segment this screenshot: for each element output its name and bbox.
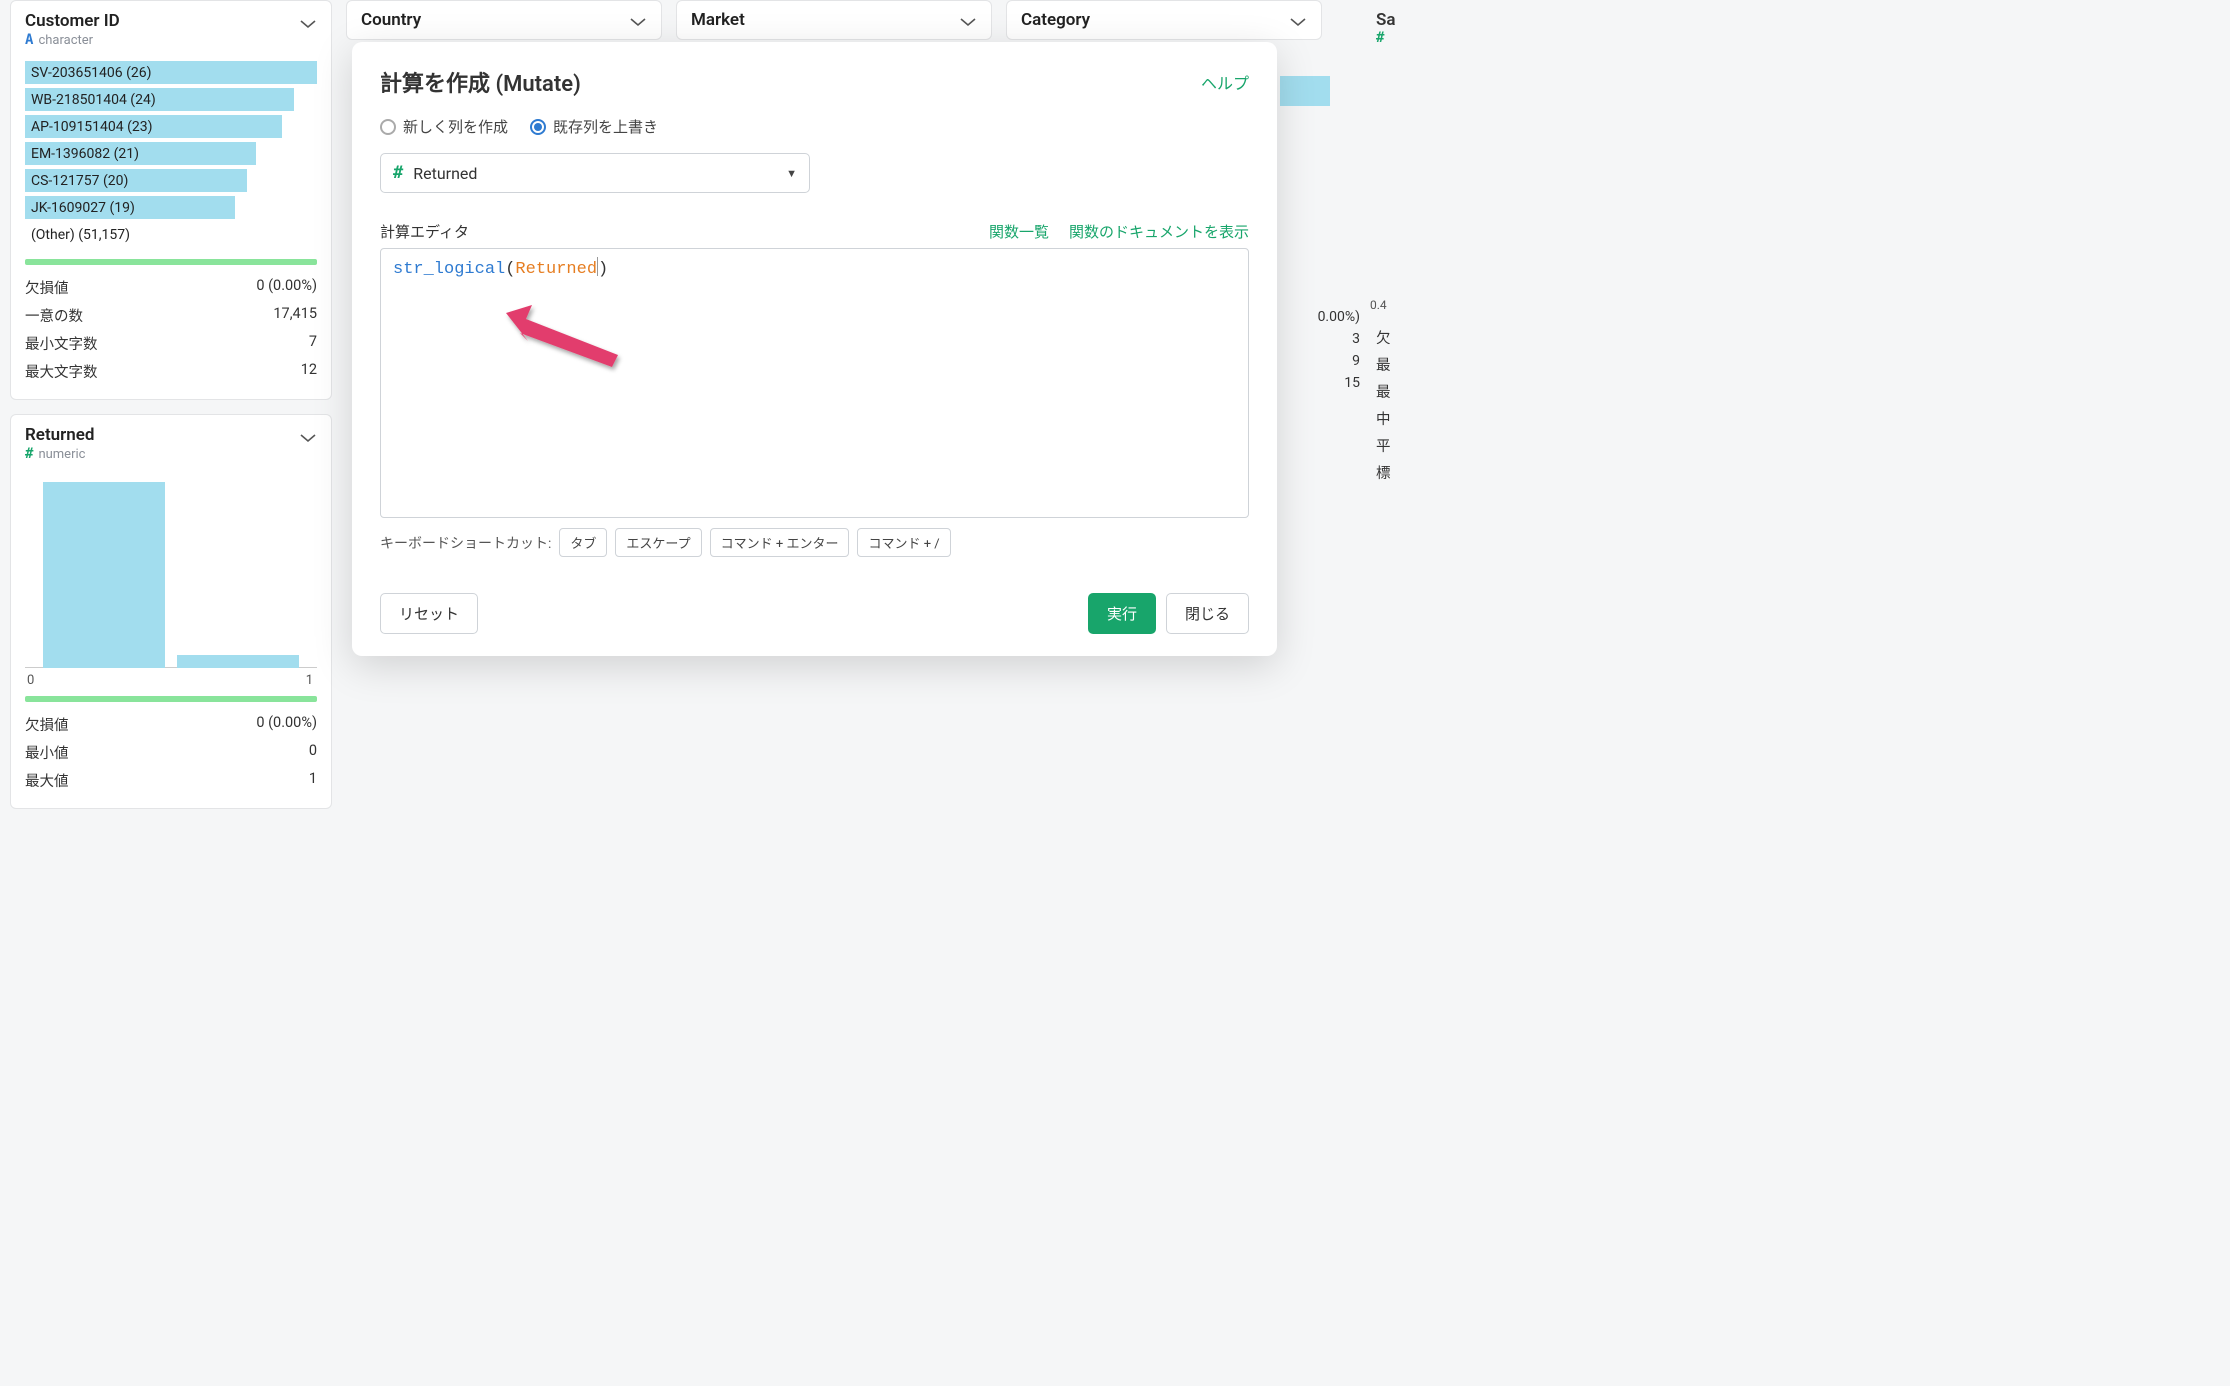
stats-list: 欠損値0 (0.00%)一意の数17,415最小文字数7最大文字数12 (25, 273, 317, 385)
partial-column-sales: Sa # 0.4 欠最最中平標 (1368, 0, 1488, 486)
value-bar-row[interactable]: AP-109151404 (23) (25, 114, 317, 139)
column-name: Sa (1368, 0, 1488, 30)
column-name: Category (1021, 10, 1090, 30)
target-column-select[interactable]: # Returned ▼ (380, 153, 810, 193)
column-type: # (1368, 30, 1488, 46)
column-card-returned: Returned # numeric 0 1 欠損値0 (0.00%)最小値0最… (10, 414, 332, 809)
stat-row: 欠損値0 (0.00%) (25, 710, 317, 738)
value-bar-row[interactable]: SV-203651406 (26) (25, 60, 317, 85)
bar-segment (1280, 76, 1330, 106)
completeness-bar (25, 259, 317, 265)
stat-label: 平 (1376, 432, 1488, 459)
kbd-cmd-slash[interactable]: コマンド + / (857, 528, 950, 557)
stat-row: 一意の数17,415 (25, 301, 317, 329)
stat-label: 欠 (1376, 324, 1488, 351)
numeric-type-icon: # (25, 446, 33, 462)
column-header-country[interactable]: Country (346, 0, 662, 40)
caret-down-icon: ▼ (786, 167, 797, 180)
editor-label: 計算エディタ (380, 221, 469, 242)
numeric-type-icon: # (1376, 30, 1384, 46)
column-mode-radio-group: 新しく列を作成 既存列を上書き (380, 116, 1249, 137)
function-docs-link[interactable]: 関数のドキュメントを表示 (1069, 221, 1249, 242)
partial-column-right: 0.00%)3915 (1280, 0, 1360, 394)
chevron-down-icon[interactable] (299, 17, 317, 33)
stat-row: 15 (1280, 372, 1360, 394)
kbd-escape[interactable]: エスケープ (615, 528, 701, 557)
stat-row: 3 (1280, 328, 1360, 350)
numeric-type-icon: # (393, 163, 403, 183)
stat-label: 最 (1376, 378, 1488, 405)
chevron-down-icon[interactable] (959, 15, 977, 31)
histogram-bar (43, 482, 166, 668)
mutate-dialog: 計算を作成 (Mutate) ヘルプ 新しく列を作成 既存列を上書き # Ret… (352, 42, 1277, 656)
column-header-market[interactable]: Market (676, 0, 992, 40)
radio-icon (530, 119, 546, 135)
column-card-customer-id: Customer ID A character SV-203651406 (26… (10, 0, 332, 400)
value-bar-row[interactable]: JK-1609027 (19) (25, 195, 317, 220)
select-value: Returned (413, 164, 477, 183)
stat-row: 最大文字数12 (25, 357, 317, 385)
radio-overwrite-column[interactable]: 既存列を上書き (530, 116, 658, 137)
axis-label: 1 (306, 673, 313, 688)
value-bar-row[interactable]: CS-121757 (20) (25, 168, 317, 193)
run-button[interactable]: 実行 (1088, 593, 1156, 634)
value-bar-list: SV-203651406 (26)WB-218501404 (24)AP-109… (25, 60, 317, 249)
stat-row: 欠損値0 (0.00%) (25, 273, 317, 301)
column-name: Customer ID (25, 11, 120, 31)
axis-label: 0.4 (1370, 298, 1488, 312)
keyboard-shortcuts-row: キーボードショートカット: タブ エスケープ コマンド + エンター コマンド … (380, 528, 1249, 557)
stat-row: 最小値0 (25, 738, 317, 766)
function-list-link[interactable]: 関数一覧 (989, 221, 1049, 242)
stat-row: 0.00%) (1280, 306, 1360, 328)
close-button[interactable]: 閉じる (1166, 593, 1249, 634)
value-bar-row[interactable]: WB-218501404 (24) (25, 87, 317, 112)
stat-label: 標 (1376, 459, 1488, 486)
column-type: A character (25, 32, 120, 48)
formula-editor[interactable]: str_logical(Returned) (380, 248, 1249, 518)
stats-list: 欠損値0 (0.00%)最小値0最大値1 (25, 710, 317, 794)
kbd-tab[interactable]: タブ (559, 528, 607, 557)
kbd-cmd-enter[interactable]: コマンド + エンター (710, 528, 850, 557)
dialog-title: 計算を作成 (Mutate) (380, 66, 581, 98)
histogram: 0 1 (25, 476, 317, 686)
column-name: Returned (25, 425, 94, 445)
column-name: Country (361, 10, 421, 30)
histogram-bar (177, 655, 300, 668)
character-type-icon: A (25, 32, 33, 48)
axis-label: 0 (27, 673, 34, 688)
column-type: # numeric (25, 446, 94, 462)
stat-row: 最小文字数7 (25, 329, 317, 357)
column-header-category[interactable]: Category (1006, 0, 1322, 40)
value-bar-row[interactable]: (Other) (51,157) (25, 222, 317, 247)
stat-label: 中 (1376, 405, 1488, 432)
completeness-bar (25, 696, 317, 702)
radio-icon (380, 119, 396, 135)
value-bar-row[interactable]: EM-1396082 (21) (25, 141, 317, 166)
stat-row: 9 (1280, 350, 1360, 372)
help-link[interactable]: ヘルプ (1201, 70, 1249, 94)
reset-button[interactable]: リセット (380, 593, 478, 634)
stat-label: 最 (1376, 351, 1488, 378)
stat-row: 最大値1 (25, 766, 317, 794)
radio-create-new-column[interactable]: 新しく列を作成 (380, 116, 508, 137)
chevron-down-icon[interactable] (299, 431, 317, 447)
column-name: Market (691, 10, 745, 30)
chevron-down-icon[interactable] (629, 15, 647, 31)
